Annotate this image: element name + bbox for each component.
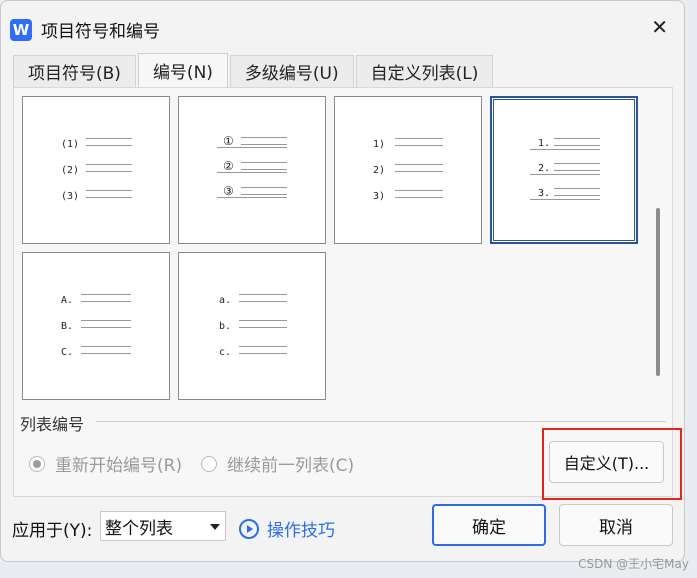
placeholder-line: [86, 190, 132, 198]
placeholder-line: [395, 164, 443, 172]
placeholder-line: [554, 188, 600, 196]
placeholder-line: [241, 162, 287, 170]
marker-3: 3.: [538, 188, 551, 199]
chevron-down-icon: [210, 524, 220, 530]
placeholder-line: [81, 346, 131, 354]
restart-numbering-label: 重新开始编号(R): [55, 456, 183, 476]
tab-bar: 项目符号(B) 编号(N) 多级编号(U) 自定义列表(L): [13, 53, 495, 87]
marker-2: B.: [61, 321, 74, 332]
placeholder-line: [239, 320, 287, 328]
gallery-scrollbar[interactable]: [652, 96, 664, 401]
customize-button[interactable]: 自定义(T)...: [549, 441, 664, 483]
placeholder-line: [241, 187, 287, 195]
list-numbering-heading: 列表编号: [20, 415, 85, 434]
placeholder-line: [81, 294, 131, 302]
numbering-style-upper-letter[interactable]: A. B. C.: [22, 252, 170, 400]
marker-2: b.: [219, 321, 232, 332]
bullets-and-numbering-dialog: W 项目符号和编号 ✕ 项目符号(B) 编号(N) 多级编号(U) 自定义列表(…: [0, 0, 685, 562]
marker-1: (1): [61, 139, 80, 150]
placeholder-line: [395, 190, 443, 198]
marker-1: A.: [61, 295, 74, 306]
tab-multilevel[interactable]: 多级编号(U): [229, 55, 354, 87]
continue-list-label: 继续前一列表(C): [227, 456, 355, 476]
tips-label: 操作技巧: [267, 521, 335, 541]
underline: [530, 149, 600, 150]
wps-writer-icon: W: [10, 19, 32, 41]
placeholder-line: [554, 138, 600, 146]
marker-2: 2): [373, 165, 386, 176]
watermark: CSDN @王小宅May: [578, 557, 689, 571]
placeholder-line: [554, 163, 600, 171]
marker-2: ②: [223, 159, 234, 173]
marker-3: C.: [61, 347, 74, 358]
placeholder-line: [239, 346, 287, 354]
marker-3: (3): [61, 191, 80, 202]
title-bar: W 项目符号和编号 ✕: [1, 1, 684, 49]
marker-3: c.: [219, 347, 232, 358]
marker-1: a.: [219, 295, 232, 306]
tab-numbering[interactable]: 编号(N): [137, 53, 228, 87]
apply-to-value: 整个列表: [105, 518, 173, 539]
numbering-style-number-dot[interactable]: 1. 2. 3.: [490, 96, 638, 244]
numbering-style-number-paren[interactable]: 1) 2) 3): [334, 96, 482, 244]
marker-2: 2.: [538, 163, 551, 174]
radio-dot: [201, 455, 217, 472]
placeholder-line: [86, 164, 132, 172]
continue-list-radio[interactable]: 继续前一列表(C): [201, 451, 354, 476]
play-icon: [239, 518, 259, 539]
placeholder-line: [395, 138, 443, 146]
underline: [217, 147, 287, 148]
marker-3: 3): [373, 191, 386, 202]
cancel-button[interactable]: 取消: [559, 504, 673, 546]
close-icon[interactable]: ✕: [651, 15, 668, 39]
underline: [217, 197, 287, 198]
radio-dot: [29, 455, 45, 472]
dialog-title: 项目符号和编号: [41, 22, 160, 42]
numbering-style-paren-number[interactable]: (1) (2) (3): [22, 96, 170, 244]
tips-link[interactable]: 操作技巧: [239, 516, 335, 541]
underline: [530, 174, 600, 175]
restart-numbering-radio[interactable]: 重新开始编号(R): [29, 451, 182, 476]
tab-custom-list[interactable]: 自定义列表(L): [355, 55, 494, 87]
scrollbar-thumb[interactable]: [656, 208, 660, 376]
placeholder-line: [239, 294, 287, 302]
section-divider: [96, 421, 666, 422]
apply-to-select[interactable]: 整个列表: [100, 511, 226, 541]
marker-2: (2): [61, 165, 80, 176]
placeholder-line: [81, 320, 131, 328]
numbering-style-circled-number[interactable]: ① ② ③: [178, 96, 326, 244]
placeholder-line: [86, 138, 132, 146]
underline: [217, 172, 287, 173]
tab-bullets[interactable]: 项目符号(B): [13, 55, 136, 87]
underline: [530, 199, 600, 200]
marker-1: 1.: [538, 138, 551, 149]
placeholder-line: [241, 137, 287, 145]
ok-button[interactable]: 确定: [432, 504, 546, 546]
marker-1: 1): [373, 139, 386, 150]
numbering-gallery: (1) (2) (3) ① ② ③ 1) 2) 3) 1. 2. 3. A. B…: [22, 96, 642, 414]
marker-1: ①: [223, 134, 234, 148]
apply-to-label: 应用于(Y):: [12, 521, 93, 541]
marker-3: ③: [223, 184, 234, 198]
numbering-style-lower-letter[interactable]: a. b. c.: [178, 252, 326, 400]
